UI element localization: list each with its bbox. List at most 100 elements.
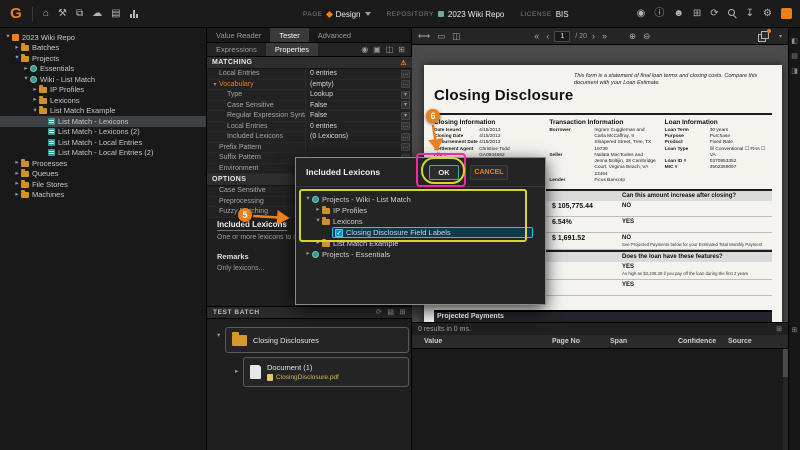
nav-tree-item[interactable]: List Match - Local Entries <box>0 137 206 148</box>
refresh-icon[interactable]: ⟳ <box>710 9 718 19</box>
nav-tree-item[interactable]: ▸Essentials <box>0 64 206 75</box>
property-row[interactable]: Local Entries0 entries… <box>207 69 412 80</box>
results-column-header[interactable]: Page No <box>552 338 610 345</box>
chevron-down-icon[interactable]: ▾ <box>217 331 220 339</box>
nav-tree-item[interactable]: ▾Wiki - List Match <box>0 74 206 85</box>
power-icon[interactable]: ◉ <box>637 9 646 19</box>
dialog-tree-item[interactable]: ▸List Match Example <box>300 238 543 249</box>
zoom-in-icon[interactable]: ⊕ <box>629 32 636 41</box>
selected-lexicon-row[interactable]: ✓Closing Disclosure Field Labels <box>332 227 533 238</box>
chevron-right-icon[interactable]: ▸ <box>13 181 21 188</box>
batches-icon[interactable]: ⧉ <box>76 9 83 19</box>
results-column-header[interactable]: Source <box>728 338 784 345</box>
nav-tree-item[interactable]: ▸Machines <box>0 190 206 201</box>
subtab-properties[interactable]: Properties <box>266 43 318 56</box>
chevron-right-icon[interactable]: ▸ <box>13 45 21 52</box>
nav-tree-item[interactable]: ▾Projects <box>0 53 206 64</box>
prev-page-icon[interactable]: ‹ <box>546 32 549 41</box>
chevron-right-icon[interactable]: ▸ <box>31 97 39 104</box>
chevron-right-icon[interactable]: ▸ <box>304 251 312 258</box>
screenshot-icon[interactable]: ▣ <box>373 46 381 54</box>
page-number-input[interactable]: 1 <box>554 31 570 42</box>
repository-selector[interactable]: REPOSITORY 2023 Wiki Repo <box>387 10 505 19</box>
grid-icon[interactable]: ⊞ <box>792 327 798 334</box>
chevron-down-icon[interactable]: ▾ <box>211 81 219 88</box>
database-icon[interactable]: ▤ <box>111 9 120 19</box>
layers-icon[interactable] <box>758 31 769 42</box>
property-row[interactable]: Local Entries0 entries… <box>207 122 412 133</box>
rows-icon[interactable]: ▤ <box>387 309 394 316</box>
nav-tree-item[interactable]: List Match - Local Entries (2) <box>0 148 206 159</box>
last-page-icon[interactable]: » <box>602 32 607 41</box>
results-column-header[interactable]: Value <box>424 338 552 345</box>
dropdown-icon[interactable]: ▾ <box>401 112 410 120</box>
next-page-icon[interactable]: › <box>592 32 595 41</box>
property-value[interactable]: False▾ <box>305 101 412 111</box>
grid-icon[interactable]: ⊞ <box>398 46 405 54</box>
property-value[interactable]: 0 entries… <box>305 122 412 132</box>
tab-tester[interactable]: Tester <box>270 28 308 42</box>
nav-tree-item[interactable]: ▸Queues <box>0 169 206 180</box>
property-value[interactable]: 0 entries… <box>305 69 412 79</box>
nav-tree-item[interactable]: List Match - Lexicons <box>0 116 206 127</box>
ellipsis-icon[interactable]: … <box>401 70 410 78</box>
subtab-expressions[interactable]: Expressions <box>207 43 266 56</box>
test-batch-document[interactable]: Document (1) ClosingDisclosure.pdf <box>243 357 409 387</box>
chevron-down-icon[interactable]: ▾ <box>314 218 322 225</box>
chevron-right-icon[interactable]: ▸ <box>22 66 30 73</box>
property-row[interactable]: ▾Vocabulary(empty)… <box>207 80 412 91</box>
download-icon[interactable]: ↧ <box>746 9 754 19</box>
home-icon[interactable]: ⌂ <box>43 9 49 19</box>
results-column-header[interactable]: Confidence <box>678 338 728 345</box>
chevron-right-icon[interactable]: ▸ <box>31 87 39 94</box>
test-batch-folder[interactable]: Closing Disclosures <box>225 327 409 353</box>
page-selector[interactable]: PAGE Design <box>303 10 371 19</box>
dialog-titlebar[interactable]: Included Lexicons OK CANCEL <box>296 158 545 187</box>
settings-icon[interactable]: ⚙ <box>763 9 772 19</box>
property-row[interactable]: Included Lexicons(0 Lexicons)… <box>207 132 412 143</box>
app-logo[interactable]: G <box>5 3 27 25</box>
dialog-tree-item[interactable]: ▸IP Profiles <box>300 205 543 216</box>
property-value[interactable]: (0 Lexicons)… <box>305 132 412 142</box>
property-value[interactable]: … <box>305 143 412 153</box>
ok-button[interactable]: OK <box>429 165 459 180</box>
ellipsis-icon[interactable]: … <box>401 143 410 151</box>
chevron-right-icon[interactable]: ▸ <box>314 240 322 247</box>
property-value[interactable]: (empty)… <box>305 80 412 90</box>
property-row[interactable]: Prefix Pattern… <box>207 143 412 154</box>
grid-icon[interactable]: ⊞ <box>776 326 782 333</box>
dropdown-icon[interactable]: ▾ <box>401 101 410 109</box>
cloud-icon[interactable]: ☁ <box>92 9 102 19</box>
ellipsis-icon[interactable]: … <box>401 122 410 130</box>
dialog-tree-item[interactable]: ▸Projects - Essentials <box>300 249 543 260</box>
stats-icon[interactable] <box>130 9 140 18</box>
rows-icon[interactable]: ▤ <box>791 53 798 60</box>
panel-left-icon[interactable]: ◧ <box>791 38 798 45</box>
user-icon[interactable]: ☻ <box>673 9 684 19</box>
nav-tree-item[interactable]: ▸Processes <box>0 158 206 169</box>
grooper-icon[interactable] <box>781 8 792 19</box>
dialog-tree-item[interactable]: ✓Closing Disclosure Field Labels <box>300 227 543 238</box>
pdf-file-row[interactable]: ClosingDisclosure.pdf <box>267 374 339 381</box>
nav-tree-item[interactable]: ▸Lexicons <box>0 95 206 106</box>
dropdown-icon[interactable]: ▾ <box>401 91 410 99</box>
cancel-button[interactable]: CANCEL <box>470 165 508 180</box>
first-page-icon[interactable]: « <box>534 32 539 41</box>
chevron-down-icon[interactable]: ▾ <box>779 33 782 40</box>
chevron-down-icon[interactable]: ▾ <box>4 34 12 41</box>
property-row[interactable]: Regular Expression SyntaxFalse▾ <box>207 111 412 122</box>
dialog-tree-item[interactable]: ▾Lexicons <box>300 216 543 227</box>
chevron-down-icon[interactable] <box>365 12 371 16</box>
chevron-down-icon[interactable]: ▾ <box>22 76 30 83</box>
ellipsis-icon[interactable]: … <box>401 133 410 141</box>
nav-tree-item[interactable]: ▾List Match Example <box>0 106 206 117</box>
property-row[interactable]: Case SensitiveFalse▾ <box>207 101 412 112</box>
layout-icon[interactable]: ◫ <box>452 32 460 41</box>
results-column-header[interactable]: Span <box>610 338 678 345</box>
nav-tree-item[interactable]: ▾2023 Wiki Repo <box>0 32 206 43</box>
property-row[interactable]: TypeLookup▾ <box>207 90 412 101</box>
chevron-right-icon[interactable]: ▸ <box>314 207 322 214</box>
target-icon[interactable]: ◉ <box>361 46 368 54</box>
nav-tree-item[interactable]: ▸File Stores <box>0 179 206 190</box>
search-icon[interactable] <box>728 9 737 18</box>
